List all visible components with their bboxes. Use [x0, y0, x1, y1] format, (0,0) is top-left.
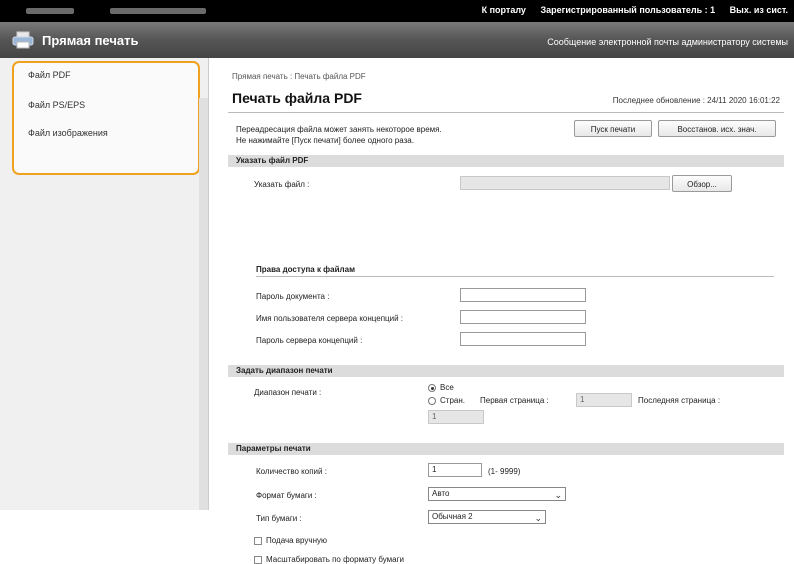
portal-link[interactable]: К порталу: [482, 5, 526, 15]
chevron-down-icon: ⌄: [554, 490, 562, 500]
top-links: К порталу Зарегистрированный пользовател…: [470, 5, 788, 15]
device-name-blurred: [26, 8, 74, 14]
range-all-radio[interactable]: [428, 384, 436, 392]
range-pages-label: Стран.: [440, 396, 465, 405]
last-updated: Последнее обновление : 24/11 2020 16:01:…: [612, 96, 780, 105]
notice-line-2: Не нажимайте [Пуск печати] более одного …: [236, 136, 414, 145]
sidebar-item-ps-eps[interactable]: Файл PS/EPS: [28, 100, 85, 110]
section-params-header: Параметры печати: [228, 443, 784, 455]
access-rights-heading: Права доступа к файлам: [256, 265, 355, 274]
section-file-header: Указать файл PDF: [228, 155, 784, 167]
notice-text: Переадресация файла может занять некотор…: [236, 124, 442, 146]
printer-icon: [12, 31, 34, 49]
breadcrumb: Прямая печать : Печать файла PDF: [232, 72, 366, 81]
sidebar: Файл PDF Файл PS/EPS Файл изображения: [0, 58, 209, 510]
title-divider: [228, 112, 784, 113]
start-print-button[interactable]: Пуск печати: [574, 120, 652, 137]
first-page-label: Первая страница :: [480, 396, 549, 405]
top-bar: К порталу Зарегистрированный пользовател…: [0, 0, 794, 22]
print-range-label: Диапазон печати :: [254, 388, 322, 397]
range-all-label: Все: [440, 383, 454, 392]
logout-link[interactable]: Вых. из сист.: [730, 5, 788, 15]
sidebar-item-image[interactable]: Файл изображения: [28, 128, 108, 138]
device-address-blurred: [110, 8, 206, 14]
scale-to-paper-label: Масштабировать по формату бумаги: [266, 555, 404, 564]
first-page-input[interactable]: 1: [576, 393, 632, 407]
registered-user-label: Зарегистрированный пользователь : 1: [540, 5, 716, 15]
paper-size-label: Формат бумаги :: [256, 491, 317, 500]
policy-password-input[interactable]: [460, 332, 586, 346]
scale-to-paper-checkbox[interactable]: [254, 556, 262, 564]
range-pages-radio[interactable]: [428, 397, 436, 405]
manual-feed-checkbox[interactable]: [254, 537, 262, 545]
copies-range-hint: (1- 9999): [488, 467, 521, 476]
doc-password-label: Пароль документа :: [256, 292, 330, 301]
last-page-label: Последняя страница :: [638, 396, 721, 405]
policy-user-input[interactable]: [460, 310, 586, 324]
app-title: Прямая печать: [42, 33, 139, 48]
file-path-input: [460, 176, 670, 190]
doc-password-input[interactable]: [460, 288, 586, 302]
section-range-header: Задать диапазон печати: [228, 365, 784, 377]
sidebar-item-pdf[interactable]: Файл PDF: [28, 70, 71, 80]
policy-password-label: Пароль сервера концепций :: [256, 336, 363, 345]
copies-label: Количество копий :: [256, 467, 327, 476]
admin-mail-link[interactable]: Сообщение электронной почты администрато…: [547, 37, 788, 47]
paper-type-select[interactable]: Обычная 2 ⌄: [428, 510, 546, 524]
paper-size-value: Авто: [432, 489, 450, 498]
sidebar-scrollbar[interactable]: [199, 98, 208, 510]
manual-feed-label: Подача вручную: [266, 536, 327, 545]
policy-user-label: Имя пользователя сервера концепций :: [256, 314, 404, 323]
paper-type-value: Обычная 2: [432, 512, 473, 521]
browse-button[interactable]: Обзор...: [672, 175, 732, 192]
chevron-down-icon: ⌄: [534, 513, 542, 523]
title-bar: Прямая печать Сообщение электронной почт…: [0, 22, 794, 58]
paper-type-label: Тип бумаги :: [256, 514, 302, 523]
copies-input[interactable]: 1: [428, 463, 482, 477]
paper-size-select[interactable]: Авто ⌄: [428, 487, 566, 501]
restore-defaults-button[interactable]: Восстанов. исх. знач.: [658, 120, 776, 137]
last-page-input[interactable]: 1: [428, 410, 484, 424]
page-title: Печать файла PDF: [232, 90, 362, 106]
file-label: Указать файл :: [254, 180, 310, 189]
notice-line-1: Переадресация файла может занять некотор…: [236, 125, 442, 134]
access-rights-divider: [256, 276, 774, 277]
